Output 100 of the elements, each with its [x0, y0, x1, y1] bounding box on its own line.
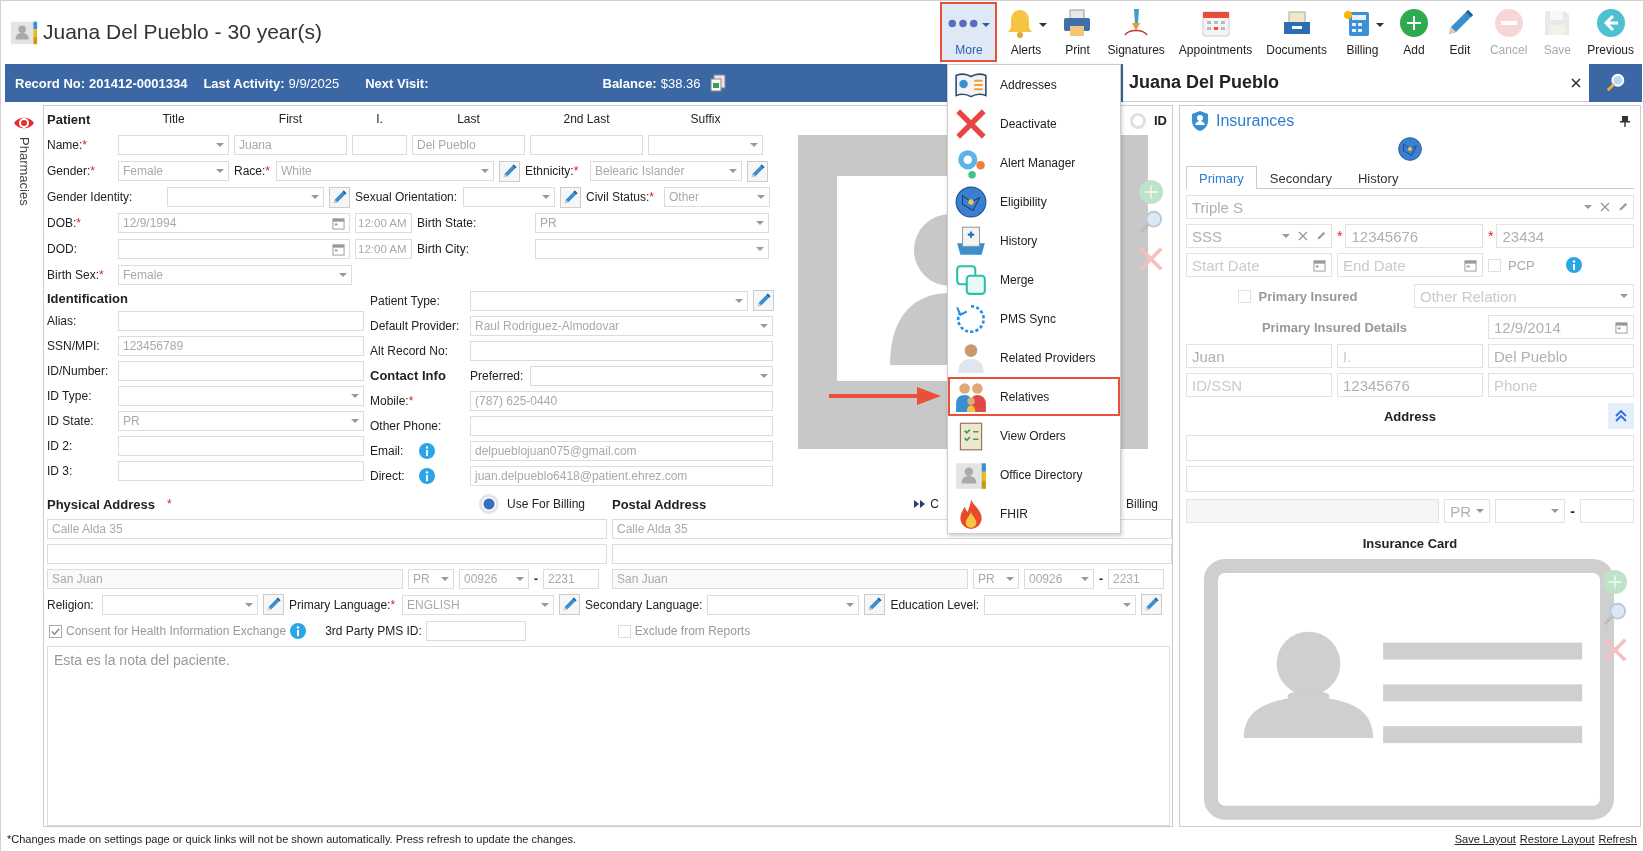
text-field[interactable]: 2231 [543, 568, 599, 589]
edit-button[interactable] [329, 186, 350, 208]
x-icon[interactable] [1602, 637, 1628, 664]
text-field[interactable]: Calle Alda 35 [47, 518, 607, 539]
plus-icon[interactable] [1602, 569, 1628, 596]
link-text[interactable]: Billing [1126, 497, 1158, 511]
dropdown-field[interactable] [648, 135, 763, 155]
dropdown-field[interactable]: 00926 [459, 568, 529, 589]
text-field[interactable] [612, 543, 1172, 564]
toolbar-button[interactable]: Print [1054, 2, 1101, 62]
text-field[interactable] [118, 460, 364, 481]
menu-item[interactable]: View Orders [948, 416, 1120, 455]
x-icon[interactable] [1138, 246, 1164, 272]
tab[interactable]: Primary [1186, 165, 1257, 190]
edit-button[interactable] [499, 160, 520, 182]
double-arrow-icon[interactable] [914, 500, 927, 508]
pencil-icon[interactable] [1316, 231, 1326, 242]
calendar-icon[interactable] [1464, 258, 1477, 272]
menu-item[interactable]: Alert Manager [948, 143, 1120, 182]
dropdown-field[interactable]: White [276, 161, 494, 181]
side-tab[interactable]: Pharmacies [16, 137, 32, 206]
document-icon[interactable] [710, 74, 727, 92]
calendar-icon[interactable] [1313, 258, 1326, 272]
text-field[interactable] [425, 621, 526, 641]
dropdown-field[interactable]: PR [1444, 499, 1491, 524]
text-field[interactable]: San Juan [612, 568, 968, 589]
pin-icon[interactable] [1620, 114, 1630, 127]
text-field[interactable]: 12345676 [1345, 224, 1483, 249]
text-field[interactable] [1186, 435, 1634, 462]
text-field[interactable]: Del Pueblo [412, 135, 525, 155]
text-field[interactable]: 23434 [1496, 224, 1634, 249]
text-field[interactable] [1186, 466, 1634, 493]
text-field[interactable]: San Juan [47, 568, 403, 589]
dropdown-field[interactable]: Belearic Islander [590, 161, 742, 181]
dropdown-field[interactable] [535, 239, 769, 259]
dropdown-field[interactable] [470, 290, 748, 311]
menu-item[interactable]: Relatives [948, 377, 1120, 416]
edit-button[interactable] [560, 186, 581, 208]
dropdown-field[interactable]: Female [118, 265, 352, 285]
menu-item[interactable]: Eligibility [948, 182, 1120, 221]
globe-icon[interactable] [1397, 135, 1423, 162]
dropdown-field[interactable] [984, 594, 1137, 615]
link-text[interactable]: C [930, 497, 939, 511]
collapse-button[interactable] [1608, 403, 1634, 430]
pencil-icon[interactable] [1618, 202, 1628, 213]
time-field[interactable]: 12:00 AM [355, 213, 412, 233]
menu-item[interactable]: Office Directory [948, 455, 1120, 494]
edit-button[interactable] [747, 160, 768, 182]
dropdown-field[interactable] [707, 594, 860, 615]
dropdown-field[interactable]: Other [664, 187, 770, 207]
toolbar-button[interactable]: Add [1390, 2, 1437, 62]
dropdown-field[interactable] [118, 135, 229, 155]
dropdown-field[interactable]: PR [408, 568, 454, 589]
text-field[interactable]: Juana [234, 135, 347, 155]
menu-item[interactable]: Merge [948, 260, 1120, 299]
radio-button[interactable] [478, 494, 499, 514]
calendar-icon[interactable] [332, 242, 345, 256]
footer-link[interactable]: Restore Layout [1519, 833, 1595, 845]
menu-item[interactable]: Deactivate [948, 104, 1120, 143]
date-field[interactable]: 12/9/2014 [1488, 315, 1634, 340]
close-icon[interactable] [1571, 77, 1581, 88]
text-field[interactable]: Juan [1186, 344, 1332, 369]
checkbox[interactable] [49, 624, 62, 638]
magnifier-icon[interactable] [1602, 601, 1628, 628]
toggle-switch[interactable] [1130, 112, 1146, 129]
toolbar-button[interactable]: More [940, 2, 998, 62]
dropdown-field[interactable]: PR [118, 410, 364, 431]
magnifier-icon[interactable] [1138, 209, 1164, 235]
footer-link[interactable]: Refresh [1598, 833, 1637, 845]
dropdown-field[interactable]: PR [535, 213, 769, 233]
edit-button[interactable] [559, 594, 580, 615]
text-field[interactable]: Del Pueblo [1488, 344, 1634, 369]
footer-link[interactable]: Save Layout [1454, 833, 1516, 845]
text-field[interactable]: 123456789 [118, 335, 364, 356]
edit-button[interactable] [1141, 594, 1163, 615]
dropdown-field[interactable]: Female [118, 161, 229, 181]
text-field[interactable] [470, 340, 773, 361]
text-field[interactable] [118, 435, 364, 456]
dropdown-field[interactable] [167, 187, 324, 207]
text-field[interactable]: 12345676 [1337, 373, 1483, 398]
info-icon[interactable] [1565, 257, 1582, 274]
toolbar-button[interactable]: Signatures [1100, 2, 1172, 62]
info-icon[interactable] [419, 467, 435, 484]
calendar-icon[interactable] [1615, 320, 1628, 334]
info-icon[interactable] [290, 623, 307, 639]
text-field[interactable] [1580, 499, 1634, 524]
menu-item[interactable]: Addresses [948, 65, 1120, 104]
toolbar-button[interactable]: Documents [1259, 2, 1334, 62]
text-field[interactable] [470, 415, 773, 436]
calendar-icon[interactable] [332, 216, 345, 230]
text-field[interactable] [352, 135, 407, 155]
toolbar-button[interactable]: Edit [1436, 2, 1483, 62]
toolbar-button[interactable]: Appointments [1171, 2, 1260, 62]
text-field[interactable] [530, 135, 643, 155]
text-field[interactable]: delpueblojuan075@gmail.com [470, 440, 773, 461]
dropdown-field[interactable]: PR [973, 568, 1019, 589]
menu-item[interactable]: History [948, 221, 1120, 260]
dropdown-field[interactable] [102, 594, 258, 615]
dropdown-field[interactable] [118, 385, 364, 406]
dropdown-field[interactable]: ENGLISH [402, 594, 554, 615]
